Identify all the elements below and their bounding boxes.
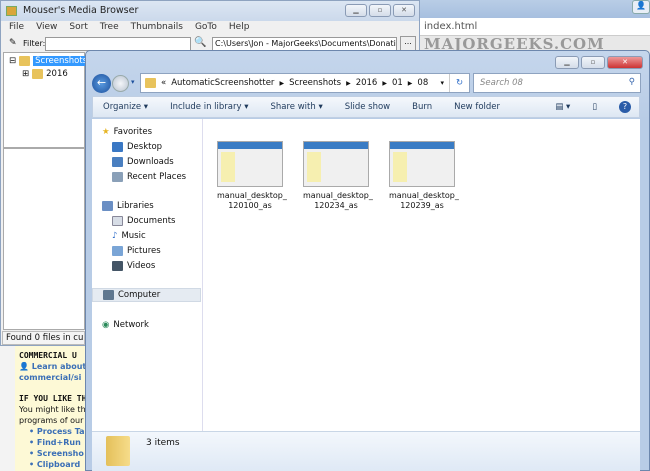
share-with-button[interactable]: Share with ▾ — [270, 102, 322, 112]
status-bar: Found 0 files in curre — [2, 331, 85, 345]
list-link[interactable]: • Find+Run — [19, 437, 82, 448]
view-options-icon[interactable]: ▤ ▾ — [555, 102, 570, 112]
menu-view[interactable]: View — [36, 22, 57, 34]
folder-large-icon — [106, 436, 130, 466]
music-icon: ♪ — [112, 231, 118, 241]
text: You might like th — [19, 405, 86, 414]
breadcrumb-item[interactable]: 01 — [392, 78, 403, 88]
text: programs of our — [19, 416, 84, 425]
filter-input[interactable] — [45, 37, 191, 51]
link[interactable]: 👤 Learn about — [19, 361, 86, 372]
documents-icon — [112, 216, 123, 226]
maximize-button[interactable]: ▫ — [369, 4, 391, 17]
tree-label: Screenshots — [33, 56, 90, 66]
details-pane: 3 items — [92, 431, 640, 471]
heading: COMMERCIAL U — [19, 351, 77, 360]
pictures-icon — [112, 246, 123, 256]
item-count: 3 items — [146, 438, 180, 448]
nav-favorites[interactable]: ★ Favorites — [102, 125, 211, 139]
filter-label: Filter: — [23, 39, 46, 48]
menu-goto[interactable]: GoTo — [195, 22, 217, 34]
address-dropdown-icon[interactable]: ▾ — [440, 79, 444, 87]
help-icon[interactable]: ? — [619, 101, 631, 113]
breadcrumb-overflow[interactable]: « — [161, 78, 166, 88]
breadcrumb-item[interactable]: 2016 — [356, 78, 378, 88]
path-field[interactable]: C:\Users\Jon - MajorGeeks\Documents\Dona… — [212, 37, 397, 51]
file-list: manual_desktop_ 120100_as manual_desktop_… — [203, 119, 640, 431]
libraries-icon — [102, 201, 113, 211]
menu-sort[interactable]: Sort — [69, 22, 87, 34]
file-item[interactable]: manual_desktop_ 120234_as — [303, 141, 373, 211]
nav-libraries[interactable]: Libraries — [102, 199, 211, 213]
computer-icon — [103, 290, 114, 300]
new-folder-button[interactable]: New folder — [454, 102, 500, 112]
browser-tab-title: index.html — [420, 18, 650, 36]
forward-button[interactable] — [112, 75, 129, 92]
menu-bar: File View Sort Tree Thumbnails GoTo Help — [1, 21, 419, 35]
heading: IF YOU LIKE TH — [19, 394, 86, 403]
folder-icon — [32, 69, 44, 79]
search-icon[interactable]: 🔍 — [194, 37, 206, 48]
menu-help[interactable]: Help — [229, 22, 250, 34]
thumbnail-image — [389, 141, 455, 187]
command-bar: Organize ▾ Include in library ▾ Share wi… — [92, 96, 640, 118]
burn-button[interactable]: Burn — [412, 102, 432, 112]
preview-pane-icon[interactable]: ▯ — [592, 102, 597, 112]
folder-tree: ⊟ Screenshots ⊞ 2016 — [3, 52, 90, 148]
include-in-library-button[interactable]: Include in library ▾ — [170, 102, 248, 112]
desktop-icon — [112, 142, 123, 152]
explorer-maximize-button[interactable]: ▫ — [581, 56, 605, 69]
web-page-content: COMMERCIAL U 👤 Learn about commercial/si… — [15, 346, 86, 471]
address-bar[interactable]: « AutomaticScreenshotter ▶ Screenshots ▶ 2… — [140, 73, 470, 93]
app-icon — [6, 6, 17, 16]
organize-button[interactable]: Organize ▾ — [103, 102, 148, 112]
nav-network[interactable]: ◉ Network — [102, 318, 211, 332]
minimize-button[interactable]: ▁ — [345, 4, 367, 17]
explorer-minimize-button[interactable]: ▁ — [555, 56, 579, 69]
mouser-title-bar: Mouser's Media Browser ▁ ▫ ✕ — [1, 1, 419, 21]
folder-icon — [19, 56, 31, 66]
file-item[interactable]: manual_desktop_ 120239_as — [389, 141, 459, 211]
nav-computer[interactable]: Computer — [92, 288, 201, 302]
star-icon: ★ — [102, 127, 110, 137]
breadcrumb-item[interactable]: 08 — [417, 78, 428, 88]
menu-thumbnails[interactable]: Thumbnails — [131, 22, 183, 34]
refresh-icon[interactable]: ↻ — [449, 74, 469, 92]
list-link[interactable]: • Clipboard — [19, 459, 82, 470]
recent-pages-dropdown[interactable]: ▾ — [131, 78, 135, 86]
tree-item-screenshots[interactable]: ⊟ Screenshots — [9, 56, 90, 66]
search-icon: ⚲ — [628, 77, 635, 87]
navigation-pane: ★ Favorites Desktop Downloads Recent Plac… — [92, 119, 203, 431]
expand-icon[interactable]: ⊞ — [22, 69, 29, 79]
file-item[interactable]: manual_desktop_ 120100_as — [217, 141, 287, 211]
tree-label: 2016 — [46, 69, 68, 79]
user-icon[interactable]: 👤 — [632, 0, 650, 14]
background-window-bar — [420, 0, 650, 18]
tree-item-2016[interactable]: ⊞ 2016 — [22, 69, 68, 79]
file-list-pane — [3, 148, 85, 330]
menu-tree[interactable]: Tree — [100, 22, 119, 34]
mouser-title: Mouser's Media Browser — [23, 5, 139, 16]
videos-icon — [112, 261, 123, 271]
list-link[interactable]: • Screensho — [19, 448, 84, 459]
eraser-icon[interactable]: ✎ — [9, 38, 17, 48]
explorer-close-button[interactable]: ✕ — [607, 56, 643, 69]
menu-file[interactable]: File — [9, 22, 24, 34]
list-link[interactable]: • Process Ta — [19, 426, 85, 437]
recent-places-icon — [112, 172, 123, 182]
link[interactable]: commercial/si — [19, 372, 82, 383]
search-input[interactable]: Search 08 ⚲ — [473, 73, 641, 93]
slide-show-button[interactable]: Slide show — [345, 102, 390, 112]
folder-icon — [145, 78, 156, 88]
collapse-icon[interactable]: ⊟ — [9, 56, 16, 66]
thumbnail-image — [217, 141, 283, 187]
close-button[interactable]: ✕ — [393, 4, 415, 17]
thumbnail-image — [303, 141, 369, 187]
downloads-icon — [112, 157, 123, 167]
network-icon: ◉ — [102, 320, 110, 330]
back-button[interactable]: ← — [92, 74, 111, 93]
breadcrumb-item[interactable]: Screenshots — [289, 78, 341, 88]
breadcrumb-item[interactable]: AutomaticScreenshotter — [171, 78, 274, 88]
